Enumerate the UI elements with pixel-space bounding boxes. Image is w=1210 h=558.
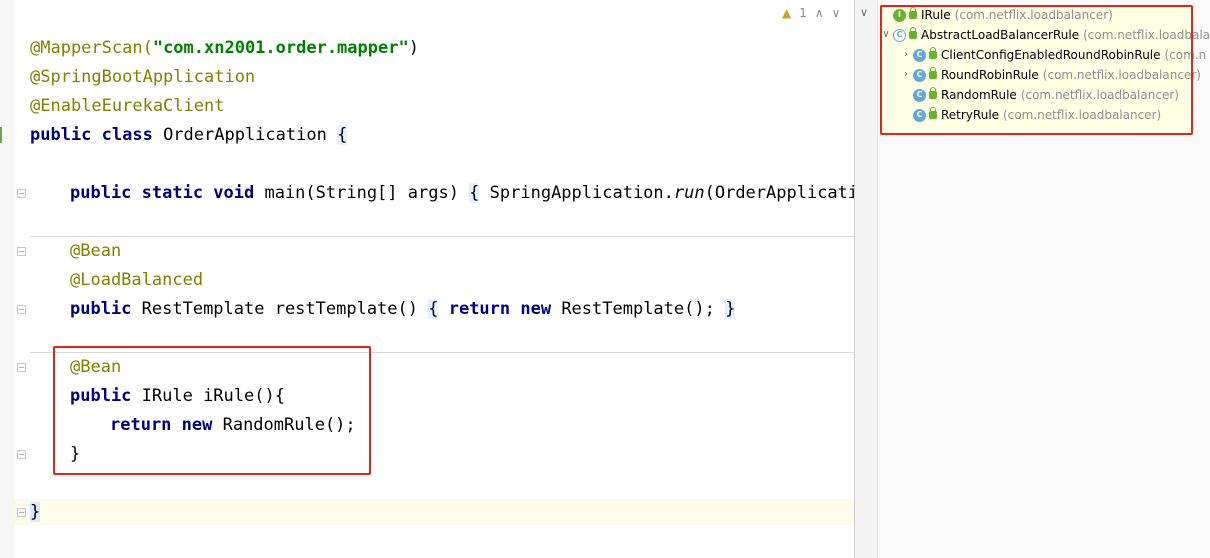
code-line-rest-template[interactable]: public RestTemplate restTemplate() { ret… xyxy=(70,295,736,324)
code-line-class-declaration[interactable]: public class OrderApplication { xyxy=(30,121,348,150)
class-close-brace: } xyxy=(30,502,41,522)
fold-marker-bean2-start[interactable] xyxy=(17,363,26,372)
class-name: OrderApplication xyxy=(152,125,338,145)
keyword: public static void xyxy=(70,183,255,203)
annotation: @EnableEurekaClient xyxy=(30,96,225,116)
method-signature: main(String[] args) xyxy=(254,183,470,203)
hierarchy-side-strip: ∨ xyxy=(855,0,878,558)
change-marker[interactable] xyxy=(0,127,2,143)
string-literal: "com.xn2001.order.mapper" xyxy=(152,38,409,58)
brace: { xyxy=(469,183,480,203)
warning-count: 1 xyxy=(799,6,807,20)
next-highlight-icon[interactable]: ∨ xyxy=(832,6,841,20)
static-call: run xyxy=(673,183,705,203)
method-body: SpringApplication. xyxy=(479,183,674,203)
annotation: @Bean xyxy=(70,241,122,261)
code-line-main-method[interactable]: public static void main(String[] args) {… xyxy=(70,179,854,208)
class-open-brace: { xyxy=(337,125,348,145)
hierarchy-highlight-box xyxy=(880,5,1193,135)
keyword: return new xyxy=(438,299,552,319)
code-line-mapper-scan[interactable]: @MapperScan("com.xn2001.order.mapper") xyxy=(30,34,419,63)
method-body: RestTemplate(); xyxy=(551,299,726,319)
code-line-enable-eureka[interactable]: @EnableEurekaClient xyxy=(30,92,224,121)
keyword: public xyxy=(70,299,132,319)
type-hierarchy-panel[interactable]: ∨ I IRule (com.netflix.loadbalancer) ∨ C… xyxy=(854,0,1210,558)
code-line-bean1[interactable]: @Bean xyxy=(70,237,121,266)
code-line-load-balanced[interactable]: @LoadBalanced xyxy=(70,266,203,295)
editor-gutter[interactable] xyxy=(0,0,14,558)
annotation: @SpringBootApplication xyxy=(30,67,256,87)
method-body-args: (OrderApplication xyxy=(704,183,854,203)
paren: ) xyxy=(408,38,419,58)
annotation: @MapperScan( xyxy=(30,38,153,58)
keyword: public class xyxy=(30,125,153,145)
inspection-widget[interactable]: ▲ 1 ∧ ∨ xyxy=(782,6,840,20)
annotation: @LoadBalanced xyxy=(70,270,204,290)
chevron-down-icon[interactable]: ∨ xyxy=(860,6,868,19)
code-line-class-close[interactable]: } xyxy=(30,498,41,527)
irule-highlight-box xyxy=(53,346,371,475)
fold-marker-main[interactable] xyxy=(17,189,26,198)
fold-marker-bean1-start[interactable] xyxy=(17,247,26,256)
fold-marker-class-end[interactable] xyxy=(17,508,26,517)
code-line-spring-boot-app[interactable]: @SpringBootApplication xyxy=(30,63,255,92)
warning-icon[interactable]: ▲ xyxy=(782,6,791,20)
current-line-highlight xyxy=(14,499,854,525)
fold-marker-bean2-end[interactable] xyxy=(17,450,26,459)
previous-highlight-icon[interactable]: ∧ xyxy=(815,6,824,20)
brace: } xyxy=(725,299,736,319)
method-signature: RestTemplate restTemplate() xyxy=(131,299,429,319)
brace: { xyxy=(428,299,439,319)
code-editor[interactable]: ▲ 1 ∧ ∨ @MapperScan("com.xn2001.order.ma… xyxy=(0,0,854,558)
method-separator xyxy=(30,236,854,237)
fold-marker-bean1-end[interactable] xyxy=(17,305,26,314)
